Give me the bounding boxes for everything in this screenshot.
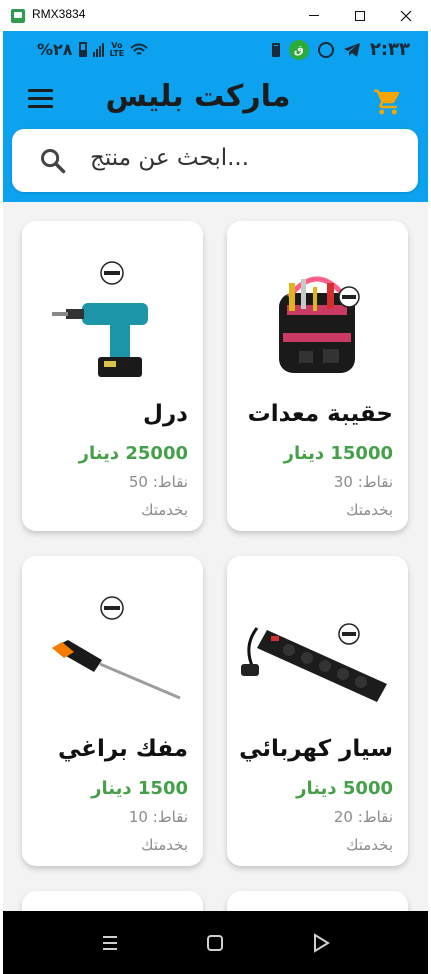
product-service: بخدمتك	[346, 836, 393, 854]
battery-percent: %٢٨	[37, 40, 73, 59]
app-notification-icon	[317, 41, 334, 58]
search-icon	[40, 148, 66, 174]
product-price: 5000 دينار	[296, 778, 393, 799]
maximize-button[interactable]	[337, 0, 383, 31]
product-name: مفك براغي	[57, 736, 188, 762]
close-button[interactable]	[383, 0, 429, 31]
volte-indicator: Vo LTE	[109, 41, 125, 58]
product-card[interactable]: حقيبة معدات 15000 دينار نقاط: 30 بخدمتك	[227, 221, 408, 531]
product-card[interactable]	[22, 891, 203, 911]
product-name: حقيبة معدات	[247, 401, 393, 427]
hamburger-menu-icon[interactable]	[28, 89, 53, 109]
status-bar: %٢٨ Vo LTE ق ٢:٣٣	[3, 31, 428, 69]
search-input[interactable]: ...ابحث عن منتج	[12, 129, 418, 192]
app-window-icon	[11, 9, 25, 23]
navigation-bar	[3, 911, 428, 974]
volte-line2: LTE	[109, 48, 125, 58]
clock: ٢:٣٣	[369, 39, 410, 60]
product-card[interactable]	[227, 891, 408, 911]
drill-image	[52, 261, 148, 377]
recent-apps-icon[interactable]	[98, 931, 122, 955]
cart-icon[interactable]	[373, 87, 403, 117]
back-icon[interactable]	[309, 931, 333, 955]
app-bar: ماركت بليس ...ابحث عن منتج	[3, 69, 428, 202]
product-name: سيار كهربائي	[239, 736, 393, 762]
status-bar-right-group: ق ٢:٣٣	[271, 39, 410, 60]
signal-icon	[92, 42, 104, 57]
product-points: نقاط: 20	[333, 808, 393, 826]
product-points: نقاط: 30	[333, 473, 393, 491]
wifi-icon	[130, 43, 148, 55]
product-price: 25000 دينار	[78, 443, 188, 464]
product-service: بخدمتك	[346, 501, 393, 519]
power-strip-image	[241, 623, 387, 702]
product-points: نقاط: 50	[128, 473, 188, 491]
telegram-icon	[343, 42, 360, 57]
product-price: 1500 دينار	[91, 778, 188, 799]
tool-bag-image	[279, 276, 360, 373]
minimize-icon	[309, 15, 319, 16]
product-points: نقاط: 10	[128, 808, 188, 826]
close-icon	[400, 10, 412, 21]
app-title: ماركت بليس	[105, 79, 291, 114]
notification-badge-icon: ق	[288, 39, 309, 60]
product-card[interactable]: سيار كهربائي 5000 دينار نقاط: 20 بخدمتك	[227, 556, 408, 866]
battery-icon	[78, 42, 87, 57]
small-battery-icon	[271, 42, 280, 57]
home-icon[interactable]	[203, 931, 227, 955]
product-card[interactable]: مفك براغي 1500 دينار نقاط: 10 بخدمتك	[22, 556, 203, 866]
phone-screen: %٢٨ Vo LTE ق ٢:٣٣ ماركت بليس ...ابحث عن …	[3, 31, 428, 974]
product-grid: حقيبة معدات 15000 دينار نقاط: 30 بخدمتك …	[3, 202, 428, 911]
search-placeholder: ...ابحث عن منتج	[90, 145, 250, 171]
product-name: درل	[142, 401, 188, 427]
product-price: 15000 دينار	[283, 443, 393, 464]
window-title: RMX3834	[32, 7, 86, 21]
product-service: بخدمتك	[141, 836, 188, 854]
status-bar-left-group: %٢٨ Vo LTE	[37, 40, 148, 59]
product-card[interactable]: درل 25000 دينار نقاط: 50 بخدمتك	[22, 221, 203, 531]
maximize-icon	[355, 10, 365, 21]
product-service: بخدمتك	[141, 501, 188, 519]
minimize-button[interactable]	[291, 0, 337, 31]
window-titlebar: RMX3834	[0, 0, 431, 31]
screwdriver-image	[52, 596, 181, 700]
